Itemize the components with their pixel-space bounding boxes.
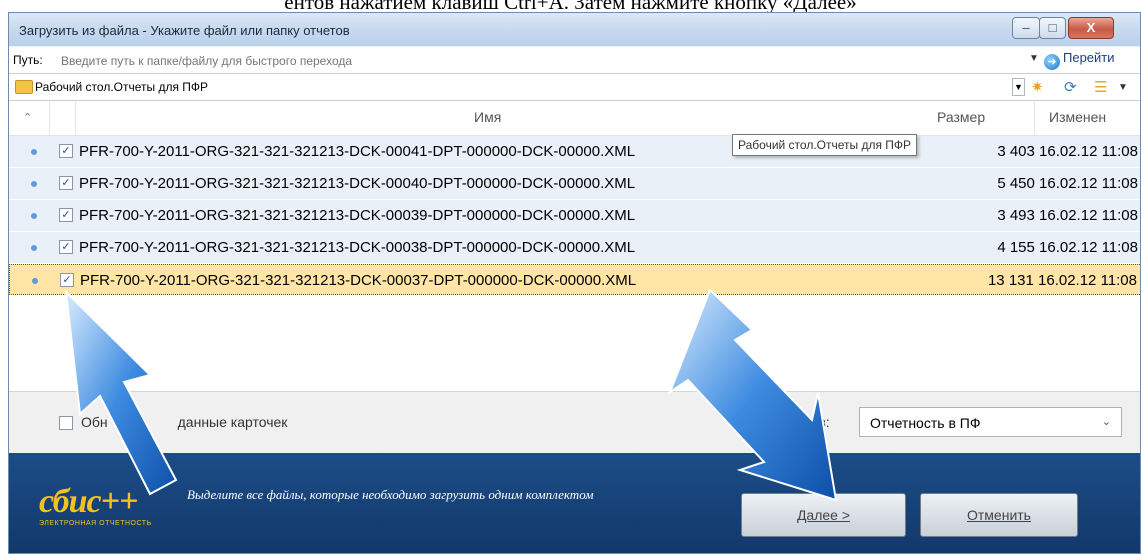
doc-type-select[interactable]: Отчетность в ПФ ⌄ — [859, 407, 1122, 437]
go-button[interactable]: ➜ Перейти — [1044, 50, 1115, 70]
column-modified[interactable]: Изменен — [1049, 109, 1106, 125]
next-button[interactable]: Далее > — [741, 493, 906, 537]
path-input[interactable] — [59, 51, 1023, 71]
file-row[interactable]: ✓ PFR-700-Y-2011-ORG-321-321-321213-DCK-… — [9, 136, 1140, 168]
file-list: ⌃ Имя Размер Изменен ✓ PFR-700-Y-2011-OR… — [9, 101, 1140, 392]
view-mode-dropdown-icon[interactable]: ▼ — [1118, 82, 1128, 93]
file-list-header: ⌃ Имя Размер Изменен — [9, 101, 1140, 136]
file-size-date: 13 131 16.02.12 11:08 — [987, 272, 1137, 289]
row-checkbox[interactable]: ✓ — [59, 176, 73, 190]
path-label: Путь: — [13, 53, 43, 67]
row-bullet-icon — [31, 245, 37, 251]
instruction-text: Выделите все файлы, которые необходимо з… — [187, 487, 594, 502]
file-name: PFR-700-Y-2011-ORG-321-321-321213-DCK-00… — [79, 143, 636, 160]
row-bullet-icon — [31, 213, 37, 219]
title-bar: Загрузить из файла - Укажите файл или па… — [9, 13, 1140, 46]
go-arrow-icon: ➜ — [1044, 54, 1060, 70]
file-row[interactable]: ✓ PFR-700-Y-2011-ORG-321-321-321213-DCK-… — [9, 168, 1140, 200]
minimize-button[interactable]: – — [1012, 17, 1040, 39]
doc-type-value: Отчетность в ПФ — [870, 415, 981, 431]
row-bullet-icon — [31, 149, 37, 155]
file-size-date: 5 450 16.02.12 11:08 — [997, 175, 1138, 192]
path-history-dropdown-icon[interactable]: ▼ — [1029, 53, 1039, 64]
cancel-button[interactable]: Отменить — [920, 493, 1078, 537]
row-checkbox[interactable]: ✓ — [60, 273, 74, 287]
column-separator — [75, 101, 76, 135]
window-title: Загрузить из файла - Укажите файл или па… — [19, 23, 350, 38]
update-cards-label: Обн данные карточек — [81, 414, 288, 430]
refresh-icon[interactable]: ⟳ — [1064, 78, 1077, 96]
sbis-logo: сбис++ — [39, 483, 138, 520]
upload-dialog: Загрузить из файла - Укажите файл или па… — [8, 12, 1141, 554]
close-button[interactable]: X — [1068, 17, 1114, 39]
column-separator — [1034, 101, 1035, 135]
current-folder[interactable]: Рабочий стол.Отчеты для ПФР — [35, 80, 208, 94]
maximize-button[interactable]: □ — [1039, 17, 1066, 39]
row-bullet-icon — [31, 181, 37, 187]
sort-up-icon[interactable]: ⌃ — [23, 111, 32, 124]
view-mode-icon[interactable]: ☰ — [1094, 78, 1107, 96]
chevron-down-icon: ⌄ — [1101, 416, 1111, 428]
row-checkbox[interactable]: ✓ — [59, 208, 73, 222]
file-size-date: 3 403 16.02.12 11:08 — [997, 143, 1138, 160]
file-name: PFR-700-Y-2011-ORG-321-321-321213-DCK-00… — [80, 272, 637, 289]
file-name: PFR-700-Y-2011-ORG-321-321-321213-DCK-00… — [79, 239, 636, 256]
path-bar: Путь: ▼ ➜Перейти — [9, 47, 1140, 74]
row-checkbox[interactable]: ✓ — [59, 240, 73, 254]
sbis-logo-subtitle: ЭЛЕКТРОННАЯ ОТЧЕТНОСТЬ — [39, 520, 152, 527]
file-name: PFR-700-Y-2011-ORG-321-321-321213-DCK-00… — [79, 207, 636, 224]
go-button-label: Перейти — [1063, 50, 1115, 65]
file-row[interactable]: ✓ PFR-700-Y-2011-ORG-321-321-321213-DCK-… — [9, 200, 1140, 232]
file-size-date: 4 155 16.02.12 11:08 — [997, 239, 1138, 256]
file-row[interactable]: ✓ PFR-700-Y-2011-ORG-321-321-321213-DCK-… — [9, 232, 1140, 264]
folder-tooltip: Рабочий стол.Отчеты для ПФР — [732, 134, 918, 156]
file-row-selected[interactable]: ✓ PFR-700-Y-2011-ORG-321-321-321213-DCK-… — [9, 264, 1140, 295]
file-size-date: 3 493 16.02.12 11:08 — [997, 207, 1138, 224]
column-name[interactable]: Имя — [474, 109, 501, 125]
doc-type-label: Тов: — [747, 414, 830, 430]
file-name: PFR-700-Y-2011-ORG-321-321-321213-DCK-00… — [79, 175, 636, 192]
folder-icon — [15, 80, 33, 94]
update-cards-checkbox[interactable] — [59, 416, 73, 430]
favorites-icon[interactable]: ✷ — [1031, 78, 1044, 96]
column-size[interactable]: Размер — [937, 109, 985, 125]
folder-dropdown-icon[interactable]: ▼ — [1012, 78, 1025, 96]
options-panel: Обн данные карточек Тов: Отчетность в ПФ … — [9, 392, 1140, 452]
row-checkbox[interactable]: ✓ — [59, 144, 73, 158]
column-separator — [49, 101, 50, 135]
footer-panel: сбис++ ЭЛЕКТРОННАЯ ОТЧЕТНОСТЬ Выделите в… — [9, 453, 1140, 553]
folder-bar: Рабочий стол.Отчеты для ПФР ▼ ✷ ⟳ ☰ ▼ — [9, 74, 1140, 101]
row-bullet-icon — [32, 278, 38, 284]
